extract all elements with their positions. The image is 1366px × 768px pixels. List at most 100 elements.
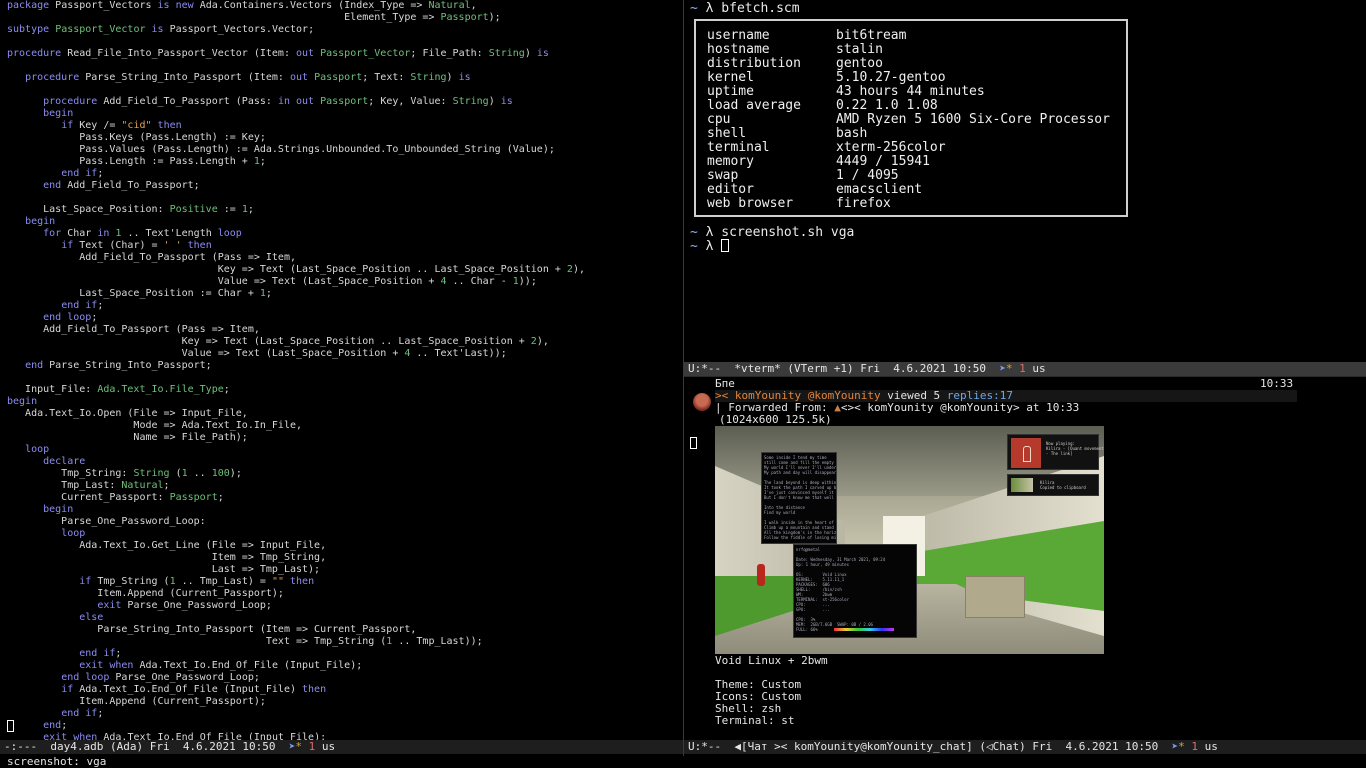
code-editor-pane[interactable]: package Passport_Vectors is new Ada.Cont… bbox=[0, 0, 683, 740]
bfetch-key: web browser bbox=[707, 196, 794, 211]
command-text: λ screenshot.sh vga bbox=[705, 225, 855, 240]
prompt-current[interactable]: ~ λ bbox=[690, 239, 730, 254]
forwarded-from[interactable]: <>< komYounity @komYounity> bbox=[841, 401, 1020, 414]
bfetch-value: firefox bbox=[836, 196, 891, 211]
vterm-pane[interactable]: ~ λ bfetch.scm username bit6tream hostname… bbox=[684, 0, 1366, 362]
code-modeline: -:--- day4.adb (Ada) Fri 4.6.2021 10:50 … bbox=[0, 740, 683, 754]
bfetch-value: bit6tream bbox=[836, 28, 907, 43]
command-text: λ bbox=[705, 239, 722, 254]
now-playing-text: Now playing: Kilira - [Quant movement - … bbox=[1046, 441, 1104, 456]
bfetch-value: AMD Ryzen 5 1600 Six-Core Processor bbox=[836, 112, 1110, 127]
sender-avatar[interactable] bbox=[693, 393, 711, 411]
modeline-buffer-name[interactable]: ◀[Чат >< komYounity@komYounity_chat] bbox=[734, 740, 972, 753]
minibuffer[interactable]: screenshot: vga bbox=[0, 756, 1366, 768]
bfetch-row: editor emacsclient bbox=[707, 183, 1126, 197]
modeline-mode: (◁Chat) Fri 4.6.2021 10:50 bbox=[972, 740, 1172, 753]
bfetch-key: uptime bbox=[707, 84, 754, 99]
bfetch-key: hostname bbox=[707, 42, 770, 57]
command-text: λ bfetch.scm bbox=[705, 1, 800, 16]
bfetch-row: swap 1 / 4095 bbox=[707, 169, 1126, 183]
mini-terminal-lyrics: Some inside I tend my time still come an… bbox=[761, 452, 837, 544]
mini-fetch-text: nrfq@metal Date: Wednesday, 31 March 202… bbox=[796, 547, 886, 632]
prompt-tilde: ~ bbox=[690, 1, 706, 16]
modeline-status: -:--- bbox=[4, 740, 51, 753]
vterm-modeline: U:*-- *vterm* (VTerm +1) Fri 4.6.2021 10… bbox=[684, 362, 1366, 376]
bfetch-key: editor bbox=[707, 182, 754, 197]
mini-terminal-fetch: nrfq@metal Date: Wednesday, 31 March 202… bbox=[793, 544, 917, 638]
code-text[interactable]: package Passport_Vectors is new Ada.Cont… bbox=[0, 0, 683, 740]
modeline-status: U:*-- bbox=[688, 740, 735, 753]
bfetch-key: username bbox=[707, 28, 770, 43]
editor-cursor bbox=[7, 720, 14, 732]
telegram-chat-pane[interactable]: Бпе 10:33 >< komYounity @komYounity view… bbox=[684, 377, 1366, 740]
forwarded-time: at 10:33 bbox=[1019, 401, 1080, 414]
bfetch-key: cpu bbox=[707, 112, 731, 127]
chat-message-line: Terminal: st bbox=[715, 714, 795, 727]
bfetch-row: distribution gentoo bbox=[707, 57, 1126, 71]
attached-screenshot-image[interactable]: Some inside I tend my time still come an… bbox=[715, 426, 1104, 654]
bfetch-row: terminal xterm-256color bbox=[707, 141, 1126, 155]
forward-avatar-icon: ▲ bbox=[834, 401, 841, 414]
star-icon: * bbox=[1178, 740, 1185, 753]
bfetch-row: hostname stalin bbox=[707, 43, 1126, 57]
bfetch-row: shell bash bbox=[707, 127, 1126, 141]
album-art-icon bbox=[1011, 438, 1041, 468]
bfetch-value: emacsclient bbox=[836, 182, 923, 197]
bfetch-value: xterm-256color bbox=[836, 140, 946, 155]
bfetch-row: memory 4449 / 15941 bbox=[707, 155, 1126, 169]
bfetch-key: load average bbox=[707, 98, 801, 113]
now-playing-notification: Now playing: Kilira - [Quant movement - … bbox=[1007, 434, 1104, 470]
modeline-suffix: us bbox=[1197, 740, 1218, 753]
bfetch-row: uptime 43 hours 44 minutes bbox=[707, 85, 1126, 99]
bfetch-value: 0.22 1.0 1.08 bbox=[836, 98, 938, 113]
bfetch-row: web browser firefox bbox=[707, 197, 1126, 211]
bfetch-key: kernel bbox=[707, 70, 754, 85]
scene-crate bbox=[965, 576, 1025, 618]
bfetch-key: distribution bbox=[707, 56, 801, 71]
prompt-tilde: ~ bbox=[690, 239, 706, 254]
star-icon: * bbox=[1005, 362, 1013, 375]
bfetch-value: 5.10.27-gentoo bbox=[836, 70, 946, 85]
prompt-bfetch: ~ λ bfetch.scm bbox=[690, 1, 800, 16]
modeline-buffer-name[interactable]: day4.adb bbox=[50, 740, 103, 753]
modeline-mode: (VTerm +1) Fri 4.6.2021 10:50 bbox=[780, 362, 1000, 375]
chat-header-time: 10:33 bbox=[1260, 377, 1294, 390]
bfetch-row: kernel 5.10.27-gentoo bbox=[707, 71, 1126, 85]
bfetch-output-box: username bit6tream hostname stalin distribut… bbox=[694, 19, 1128, 217]
clipboard-text: Kilira Copied to clipboard bbox=[1040, 480, 1086, 490]
chat-modeline: U:*-- ◀[Чат >< komYounity@komYounity_cha… bbox=[684, 740, 1366, 754]
star-icon: * bbox=[295, 740, 303, 753]
bfetch-row: username bit6tream bbox=[707, 29, 1126, 43]
unread-count: 1 bbox=[1191, 740, 1198, 753]
modeline-status: U:*-- bbox=[688, 362, 735, 375]
scene-fire-extinguisher bbox=[757, 564, 765, 586]
unread-count: 1 bbox=[1019, 362, 1026, 375]
image-meta: (1024x600 125.5k) bbox=[719, 413, 832, 426]
prompt-tilde: ~ bbox=[690, 225, 706, 240]
color-palette-bar bbox=[834, 628, 894, 631]
terminal-cursor bbox=[721, 239, 730, 252]
telegram-icon[interactable]: ➤ bbox=[999, 362, 1006, 375]
bfetch-key: memory bbox=[707, 154, 754, 169]
bfetch-value: 1 / 4095 bbox=[836, 168, 899, 183]
bfetch-value: gentoo bbox=[836, 56, 883, 71]
bfetch-value: 4449 / 15941 bbox=[836, 154, 930, 169]
bfetch-value: 43 hours 44 minutes bbox=[836, 84, 985, 99]
bfetch-key: swap bbox=[707, 168, 739, 183]
bfetch-row: load average 0.22 1.0 1.08 bbox=[707, 99, 1126, 113]
bfetch-key: shell bbox=[707, 126, 747, 141]
bfetch-key: terminal bbox=[707, 140, 770, 155]
chat-cursor bbox=[690, 437, 697, 449]
modeline-buffer-name[interactable]: *vterm* bbox=[734, 362, 780, 375]
bfetch-value: bash bbox=[836, 126, 868, 141]
chat-message-line: Void Linux + 2bwm bbox=[715, 654, 828, 667]
clipboard-notification: Kilira Copied to clipboard bbox=[1007, 474, 1099, 496]
prompt-screenshot: ~ λ screenshot.sh vga bbox=[690, 225, 854, 240]
modeline-mode: (Ada) Fri 4.6.2021 10:50 bbox=[103, 740, 289, 753]
modeline-suffix: us bbox=[1025, 362, 1046, 375]
minibuffer-text: screenshot: vga bbox=[7, 755, 107, 768]
clipboard-thumbnail bbox=[1011, 478, 1033, 492]
bfetch-row: cpu AMD Ryzen 5 1600 Six-Core Processor bbox=[707, 113, 1126, 127]
modeline-suffix: us bbox=[315, 740, 336, 753]
bfetch-value: stalin bbox=[836, 42, 883, 57]
